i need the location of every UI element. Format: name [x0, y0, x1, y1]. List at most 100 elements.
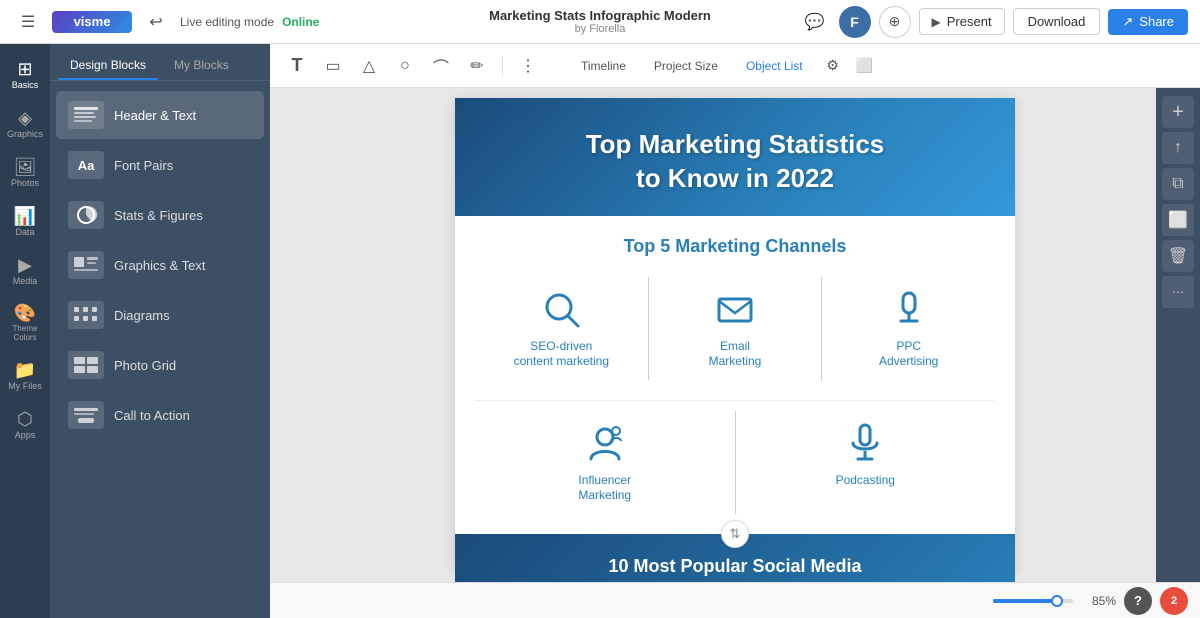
apps-icon: ⬡	[17, 410, 33, 428]
hamburger-menu-button[interactable]: ☰	[12, 6, 44, 38]
layers-button[interactable]: ⧉	[1162, 168, 1194, 200]
project-author: by Fiorella	[575, 23, 626, 35]
design-blocks-list: Header & Text Aa Font Pairs Stats & Figu…	[50, 81, 270, 618]
more-tools-button[interactable]: ⋮	[513, 51, 543, 81]
top-bar: ☰ visme ↩ Live editing mode Online Marke…	[0, 0, 1200, 44]
sidebar-label-my-files: My Files	[8, 382, 42, 392]
zoom-slider-thumb	[1051, 595, 1063, 607]
block-item-stats-figures[interactable]: Stats & Figures	[56, 191, 264, 239]
tab-object-list[interactable]: Object List	[734, 53, 815, 79]
upload-button[interactable]: ↑	[1162, 132, 1194, 164]
sidebar-label-graphics: Graphics	[7, 130, 43, 140]
circle-tool-button[interactable]: ○	[390, 51, 420, 81]
channel-label-ppc: PPCAdvertising	[879, 339, 938, 370]
block-label-font-pairs: Font Pairs	[114, 158, 173, 173]
share-label: Share	[1139, 14, 1174, 29]
curve-tool-button[interactable]: ⌒	[426, 51, 456, 81]
block-thumb-photo-grid	[68, 351, 104, 379]
sidebar-item-basics[interactable]: ⊞ Basics	[2, 52, 48, 99]
pencil-tool-button[interactable]: ✏	[462, 51, 492, 81]
canvas-scroll[interactable]: Top Marketing Statistics to Know in 2022…	[270, 88, 1200, 582]
sidebar-label-data: Data	[15, 228, 34, 238]
project-title: Marketing Stats Infographic Modern	[489, 8, 711, 23]
sidebar-item-media[interactable]: ▶ Media	[2, 248, 48, 295]
zoom-slider[interactable]	[993, 599, 1073, 603]
content-area: ⊞ Basics ◈ Graphics 🖼 Photos 📊 Data ▶ Me…	[0, 44, 1200, 618]
block-item-graphics-text[interactable]: Graphics & Text	[56, 241, 264, 289]
marketing-channels-bottom: InfluencerMarketing Podcastin	[475, 400, 995, 514]
block-item-header-text[interactable]: Header & Text	[56, 91, 264, 139]
left-sidebar: ⊞ Basics ◈ Graphics 🖼 Photos 📊 Data ▶ Me…	[0, 44, 50, 618]
channel-label-seo: SEO-drivencontent marketing	[514, 339, 609, 370]
bottom-bar: 85% ? 2	[270, 582, 1200, 618]
channel-label-podcasting: Podcasting	[836, 473, 895, 489]
present-button[interactable]: ▶ Present	[919, 8, 1005, 35]
sidebar-item-apps[interactable]: ⬡ Apps	[2, 402, 48, 449]
block-item-font-pairs[interactable]: Aa Font Pairs	[56, 141, 264, 189]
toolbar-area: T ▭ △ ○ ⌒ ✏ ⋮ Timeline Project Size Obje…	[270, 44, 1200, 618]
infographic-footer-title: 10 Most Popular Social Media Platforms B…	[475, 554, 995, 582]
live-edit-label: Live editing mode	[180, 15, 274, 29]
media-icon: ▶	[18, 256, 32, 274]
right-panel: + ↑ ⧉ ⬜ 🗑 ⋯	[1156, 88, 1200, 582]
play-icon: ▶	[932, 15, 941, 29]
online-badge: Online	[282, 15, 319, 29]
block-label-diagrams: Diagrams	[114, 308, 170, 323]
share-button[interactable]: ↗ Share	[1108, 9, 1188, 35]
tab-design-blocks[interactable]: Design Blocks	[58, 52, 158, 80]
tabs-area: Timeline Project Size Object List ⚙ ⬜	[569, 52, 1188, 80]
share-icon: ↗	[1122, 14, 1133, 30]
tab-project-size[interactable]: Project Size	[642, 53, 730, 79]
tab-my-blocks[interactable]: My Blocks	[162, 52, 241, 80]
canvas-wrapper[interactable]: Top Marketing Statistics to Know in 2022…	[270, 88, 1200, 582]
sidebar-label-basics: Basics	[12, 81, 39, 91]
text-tool-button[interactable]: T	[282, 51, 312, 81]
comment-button[interactable]: 💬	[799, 6, 831, 38]
zoom-slider-fill	[993, 599, 1053, 603]
tab-crop-button[interactable]: ⬜	[851, 52, 879, 80]
help-button[interactable]: ?	[1124, 587, 1152, 615]
more-options-button[interactable]: ⋯	[1162, 276, 1194, 308]
channel-item-email: EmailMarketing	[649, 277, 822, 380]
my-files-icon: 📁	[14, 361, 36, 379]
sidebar-item-my-files[interactable]: 📁 My Files	[2, 353, 48, 400]
channel-label-influencer: InfluencerMarketing	[578, 473, 631, 504]
sidebar-item-data[interactable]: 📊 Data	[2, 199, 48, 246]
add-element-button[interactable]: +	[1162, 96, 1194, 128]
channel-label-email: EmailMarketing	[709, 339, 762, 370]
sidebar-item-graphics[interactable]: ◈ Graphics	[2, 101, 48, 148]
channel-item-influencer: InfluencerMarketing	[475, 411, 735, 514]
infographic-body: Top 5 Marketing Channels SEO-drivenconte…	[455, 216, 1015, 534]
sidebar-item-photos[interactable]: 🖼 Photos	[2, 150, 48, 197]
rect-tool-button[interactable]: ▭	[318, 51, 348, 81]
zoom-level: 85%	[1081, 594, 1116, 608]
block-label-photo-grid: Photo Grid	[114, 358, 176, 373]
collaborators-button[interactable]: ⊕	[879, 6, 911, 38]
download-button[interactable]: Download	[1013, 8, 1101, 35]
photos-icon: 🖼	[14, 158, 37, 176]
section-title: Top 5 Marketing Channels	[475, 236, 995, 257]
graphics-icon: ◈	[18, 109, 32, 127]
design-panel-tabs: Design Blocks My Blocks	[50, 44, 270, 81]
block-thumb-diagrams	[68, 301, 104, 329]
scroll-indicator-button[interactable]: ⇅	[721, 520, 749, 548]
block-thumb-call-to-action	[68, 401, 104, 429]
block-label-header-text: Header & Text	[114, 108, 196, 123]
theme-colors-icon: 🎨	[14, 304, 36, 322]
trash-button[interactable]: 🗑	[1162, 240, 1194, 272]
avatar-button[interactable]: F	[839, 6, 871, 38]
notification-badge: 2	[1160, 587, 1188, 615]
tab-timeline[interactable]: Timeline	[569, 53, 638, 79]
pages-button[interactable]: ⬜	[1162, 204, 1194, 236]
block-item-diagrams[interactable]: Diagrams	[56, 291, 264, 339]
top-bar-left: ☰ visme ↩ Live editing mode Online	[12, 6, 479, 38]
block-item-photo-grid[interactable]: Photo Grid	[56, 341, 264, 389]
block-thumb-header-text	[68, 101, 104, 129]
block-item-call-to-action[interactable]: Call to Action	[56, 391, 264, 439]
tab-settings-button[interactable]: ⚙	[819, 52, 847, 80]
block-thumb-font-pairs: Aa	[68, 151, 104, 179]
canvas: Top Marketing Statistics to Know in 2022…	[455, 98, 1015, 572]
undo-button[interactable]: ↩	[140, 6, 172, 38]
sidebar-item-theme-colors[interactable]: 🎨 Theme Colors	[2, 296, 48, 351]
triangle-tool-button[interactable]: △	[354, 51, 384, 81]
